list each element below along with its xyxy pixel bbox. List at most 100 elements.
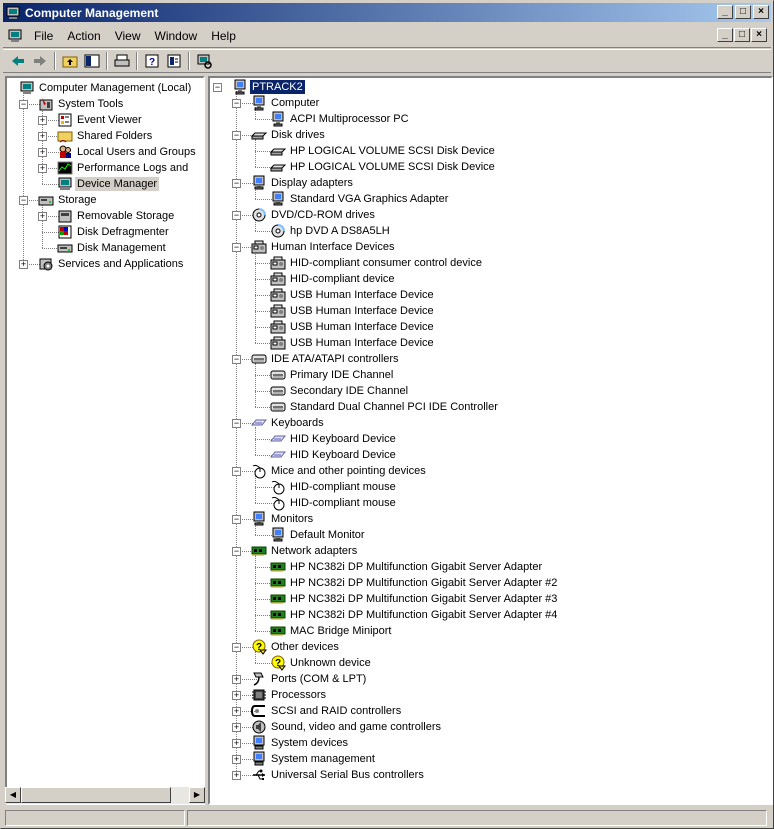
tree-item-label[interactable]: HP NC382i DP Multifunction Gigabit Serve… [288,560,544,574]
tree-item-label[interactable]: MAC Bridge Miniport [288,624,393,638]
tree-expander-collapse[interactable]: − [232,643,241,652]
tree-expander-expand[interactable]: + [232,691,241,700]
tree-item-label[interactable]: hp DVD A DS8A5LH [288,224,392,238]
tree-expander-expand[interactable]: + [232,771,241,780]
menu-help[interactable]: Help [204,27,243,45]
forward-button[interactable] [29,51,51,71]
minimize-button[interactable]: _ [717,5,733,19]
console-tree-pane[interactable]: Computer Management (Local) − System Tools… [5,76,205,805]
tree-item-label[interactable]: HID-compliant device [288,272,397,286]
tree-item-label[interactable]: Secondary IDE Channel [288,384,410,398]
tree-item-label[interactable]: Disk drives [269,128,327,142]
tree-item-label[interactable]: HID-compliant consumer control device [288,256,484,270]
tree-expander-collapse[interactable]: − [232,419,241,428]
scroll-right-button[interactable]: ▶ [189,787,205,803]
tree-expander-expand[interactable]: + [232,707,241,716]
tree-item-label[interactable]: SCSI and RAID controllers [269,704,403,718]
tree-expander-expand[interactable]: + [38,132,47,141]
tree-item-label[interactable]: Standard Dual Channel PCI IDE Controller [288,400,500,414]
tree-expander-collapse[interactable]: − [232,467,241,476]
close-button[interactable]: × [753,5,769,19]
tree-item-label[interactable]: ACPI Multiprocessor PC [288,112,411,126]
tree-expander-collapse[interactable]: − [232,547,241,556]
menu-action[interactable]: Action [60,27,107,45]
tree-expander-collapse[interactable]: − [19,196,28,205]
tree-item-label[interactable]: Disk Management [75,241,168,255]
tree-item-label[interactable]: Unknown device [288,656,373,670]
console-icon[interactable] [7,28,23,44]
tree-item-label[interactable]: HP LOGICAL VOLUME SCSI Disk Device [288,160,497,174]
tree-item-label[interactable]: USB Human Interface Device [288,288,436,302]
tree-item-label[interactable]: Monitors [269,512,315,526]
menu-window[interactable]: Window [148,27,205,45]
tree-item-label[interactable]: USB Human Interface Device [288,304,436,318]
tree-item-label[interactable]: Display adapters [269,176,355,190]
tree-item-label[interactable]: Ports (COM & LPT) [269,672,368,686]
tree-expander-collapse[interactable]: − [232,131,241,140]
tree-item-label[interactable]: Default Monitor [288,528,367,542]
tree-item-label[interactable]: Keyboards [269,416,326,430]
tree-item-label[interactable]: HP NC382i DP Multifunction Gigabit Serve… [288,592,559,606]
tree-expander-expand[interactable]: + [232,675,241,684]
tree-item-label[interactable]: Event Viewer [75,113,144,127]
tree-expander-collapse[interactable]: − [232,515,241,524]
properties-button[interactable] [163,51,185,71]
tree-item-label[interactable]: Network adapters [269,544,359,558]
tree-item-label[interactable]: Services and Applications [56,257,185,271]
tree-item-label[interactable]: Local Users and Groups [75,145,198,159]
mdi-close-button[interactable]: × [751,28,767,42]
tree-item-label[interactable]: Computer Management (Local) [37,81,193,95]
tree-item-label[interactable]: System Tools [56,97,125,111]
tree-item-label[interactable]: HP LOGICAL VOLUME SCSI Disk Device [288,144,497,158]
tree-item-label[interactable]: Processors [269,688,328,702]
tree-item-label[interactable]: USB Human Interface Device [288,336,436,350]
tree-item-label[interactable]: PTRACK2 [249,79,306,95]
maximize-button[interactable]: □ [735,5,751,19]
tree-expander-collapse[interactable]: − [232,355,241,364]
back-button[interactable] [7,51,29,71]
tree-expander-collapse[interactable]: − [213,83,222,92]
tree-expander-expand[interactable]: + [38,212,47,221]
print-button[interactable] [111,51,133,71]
tree-item-label[interactable]: Other devices [269,640,341,654]
horizontal-scrollbar[interactable]: ◀ ▶ [5,787,205,804]
tree-item-label[interactable]: HID-compliant mouse [288,480,398,494]
tree-expander-expand[interactable]: + [38,148,47,157]
menu-view[interactable]: View [108,27,148,45]
tree-item-label[interactable]: Human Interface Devices [269,240,397,254]
tree-item-label[interactable]: Computer [269,96,321,110]
tree-expander-collapse[interactable]: − [232,243,241,252]
tree-item-label[interactable]: Primary IDE Channel [288,368,395,382]
tree-expander-expand[interactable]: + [19,260,28,269]
mdi-minimize-button[interactable]: _ [717,28,733,42]
device-tree-pane[interactable]: − PTRACK2− Computer ACPI Multiprocessor PC −… [208,76,773,805]
title-bar[interactable]: Computer Management _ □ × [3,3,771,22]
tree-item-label[interactable]: HID-compliant mouse [288,496,398,510]
mdi-restore-button[interactable]: □ [734,28,750,42]
tree-item-label[interactable]: HID Keyboard Device [288,448,398,462]
tree-expander-expand[interactable]: + [232,739,241,748]
tree-expander-expand[interactable]: + [38,116,47,125]
tree-item-label[interactable]: Shared Folders [75,129,154,143]
scroll-left-button[interactable]: ◀ [5,787,21,803]
scroll-thumb[interactable] [21,787,171,803]
tree-item-label[interactable]: Sound, video and game controllers [269,720,443,734]
tree-item-label[interactable]: DVD/CD-ROM drives [269,208,377,222]
tree-item-label[interactable]: Mice and other pointing devices [269,464,428,478]
tree-item-label[interactable]: Standard VGA Graphics Adapter [288,192,450,206]
menu-file[interactable]: File [27,27,60,45]
tree-item-label[interactable]: Disk Defragmenter [75,225,171,239]
tree-item-label[interactable]: Device Manager [75,177,160,191]
tree-expander-collapse[interactable]: − [232,99,241,108]
tree-item-label[interactable]: USB Human Interface Device [288,320,436,334]
tree-expander-collapse[interactable]: − [19,100,28,109]
tree-expander-collapse[interactable]: − [232,211,241,220]
tree-item-label[interactable]: IDE ATA/ATAPI controllers [269,352,401,366]
tree-item-label[interactable]: HID Keyboard Device [288,432,398,446]
scan-hardware-button[interactable] [193,51,215,71]
help-button[interactable]: ? [141,51,163,71]
tree-item-label[interactable]: HP NC382i DP Multifunction Gigabit Serve… [288,608,559,622]
tree-item-label[interactable]: System devices [269,736,350,750]
tree-expander-collapse[interactable]: − [232,179,241,188]
tree-item-label[interactable]: Removable Storage [75,209,176,223]
